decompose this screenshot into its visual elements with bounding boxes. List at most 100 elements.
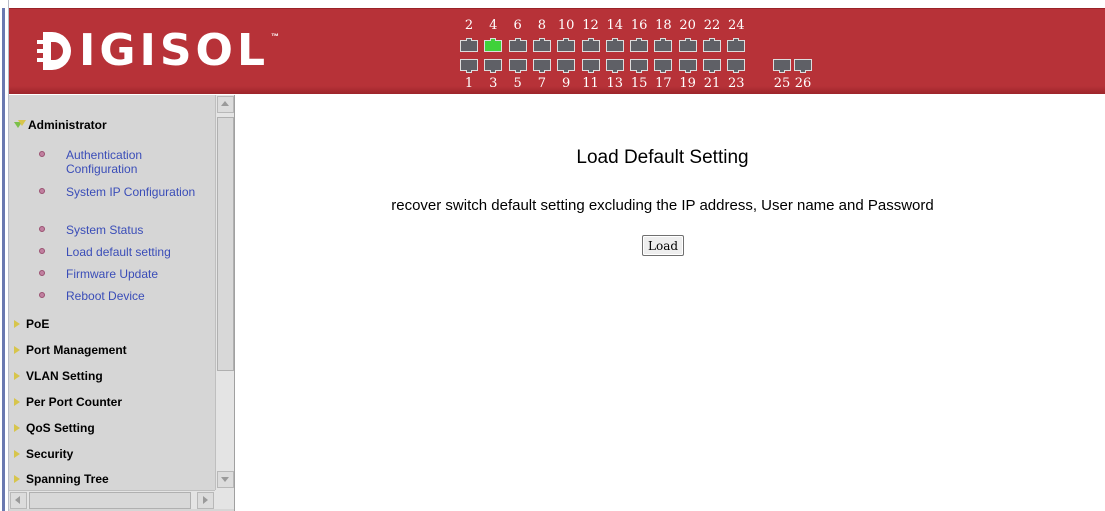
port-number-label: 3 xyxy=(489,76,498,91)
page-title: Load Default Setting xyxy=(576,147,749,168)
sidebar-menu: Administrator Authentication Configurati… xyxy=(9,95,235,511)
port-10-icon[interactable] xyxy=(557,38,576,52)
port-12-icon[interactable] xyxy=(581,38,600,52)
arrow-right-icon xyxy=(14,450,20,458)
port-number-label: 20 xyxy=(679,18,696,33)
sidebar-subitem-label[interactable]: System Status xyxy=(66,223,206,237)
sidebar-item-label: Administrator xyxy=(28,118,107,132)
port-5-icon[interactable] xyxy=(508,59,527,73)
bullet-icon xyxy=(39,188,45,194)
port-19-icon[interactable] xyxy=(678,59,697,73)
digisol-logo: IGISOL ™ xyxy=(37,26,279,76)
port-6-icon[interactable] xyxy=(508,38,527,52)
port-11-icon[interactable] xyxy=(581,59,600,73)
page-description: recover switch default setting excluding… xyxy=(391,197,934,214)
port-number-label: 6 xyxy=(513,18,522,33)
port-14-icon[interactable] xyxy=(605,38,624,52)
sidebar-subitem-label[interactable]: Firmware Update xyxy=(66,267,206,281)
port-number-label: 7 xyxy=(537,76,547,91)
port-18-icon[interactable] xyxy=(654,38,673,52)
port-number-label: 26 xyxy=(794,76,812,91)
scrollbar-corner xyxy=(215,490,234,509)
sidebar-item-administrator[interactable]: Administrator xyxy=(14,117,107,133)
port-3-icon[interactable] xyxy=(484,59,503,73)
port-17-icon[interactable] xyxy=(654,59,673,73)
port-number-label: 22 xyxy=(703,18,721,33)
bullet-icon xyxy=(39,248,45,254)
port-number-label: 13 xyxy=(606,76,624,91)
port-13-icon[interactable] xyxy=(605,59,624,73)
port-number-label: 21 xyxy=(703,76,721,91)
logo-text: IGISOL xyxy=(79,25,269,76)
port-2-icon[interactable] xyxy=(460,38,478,52)
scroll-thumb[interactable] xyxy=(217,117,234,371)
sidebar-vertical-scrollbar[interactable] xyxy=(215,95,234,490)
port-number-label: 24 xyxy=(728,18,745,33)
port-number-label: 17 xyxy=(655,76,672,91)
port-15-icon[interactable] xyxy=(630,59,649,73)
port-number-label: 16 xyxy=(630,18,648,33)
sidebar-item-label: VLAN Setting xyxy=(26,369,103,383)
scroll-thumb[interactable] xyxy=(29,492,191,509)
arrow-right-icon xyxy=(14,320,20,328)
arrow-right-icon xyxy=(14,475,20,483)
arrow-right-icon xyxy=(14,372,20,380)
bullet-icon xyxy=(39,226,45,232)
port-number-label: 11 xyxy=(582,76,599,91)
port-number-label: 2 xyxy=(464,18,474,33)
port-number-label: 1 xyxy=(464,76,474,91)
port-number-label: 4 xyxy=(489,18,498,33)
port-number-label: 10 xyxy=(557,18,575,33)
sidebar-item-security[interactable]: Security xyxy=(14,446,73,462)
port-number-label: 14 xyxy=(606,18,624,33)
sidebar-item-label: PoE xyxy=(26,317,50,331)
scroll-right-button[interactable] xyxy=(197,492,214,509)
port-20-icon[interactable] xyxy=(678,38,697,52)
bullet-icon xyxy=(39,292,45,298)
port-number-label: 18 xyxy=(655,18,672,33)
port-16-icon[interactable] xyxy=(630,38,649,52)
port-number-label: 9 xyxy=(562,76,571,91)
port-26-icon[interactable] xyxy=(794,59,812,73)
port-24-icon[interactable] xyxy=(727,38,746,52)
sidebar-item-label: Port Management xyxy=(26,343,127,357)
port-9-icon[interactable] xyxy=(557,59,576,73)
sidebar-item-label: Per Port Counter xyxy=(26,395,123,409)
sidebar-subitem-label[interactable]: Load default setting xyxy=(66,245,206,259)
logo-d-mark xyxy=(37,30,73,72)
sidebar-item-poe[interactable]: PoE xyxy=(14,316,49,332)
sidebar-subitem-label[interactable]: Reboot Device xyxy=(66,289,206,303)
scroll-left-button[interactable] xyxy=(10,492,27,509)
sidebar-horizontal-scrollbar[interactable] xyxy=(9,490,215,509)
port-number-label: 8 xyxy=(537,18,547,33)
sidebar-item-qos-setting[interactable]: QoS Setting xyxy=(14,420,95,436)
sidebar-item-label: Security xyxy=(26,447,74,461)
arrow-right-icon xyxy=(14,398,20,406)
load-button[interactable]: Load xyxy=(642,235,685,256)
bullet-icon xyxy=(39,270,45,276)
port-number-label: 12 xyxy=(582,18,599,33)
scroll-down-button[interactable] xyxy=(217,471,234,488)
folder-open-icon xyxy=(14,120,26,130)
frame-accent-bar xyxy=(2,8,5,511)
sidebar-subitem-label[interactable]: Authentication Configuration xyxy=(66,148,206,176)
port-8-icon[interactable] xyxy=(532,38,551,52)
arrow-right-icon xyxy=(14,424,20,432)
port-21-icon[interactable] xyxy=(703,59,721,73)
sidebar-item-vlan-setting[interactable]: VLAN Setting xyxy=(14,368,103,384)
sidebar-item-per-port-counter[interactable]: Per Port Counter xyxy=(14,394,122,410)
port-22-icon[interactable] xyxy=(703,38,721,52)
sidebar-item-port-management[interactable]: Port Management xyxy=(14,342,127,358)
switch-port-panel: 2 4 6 8 10 12 14 16 18 20 22 24 1 3 5 7 9 11 13 15 17 19 21 23 2… xyxy=(449,17,829,101)
scroll-up-button[interactable] xyxy=(217,96,234,113)
port-23-icon[interactable] xyxy=(727,59,746,73)
port-1-icon[interactable] xyxy=(460,59,478,73)
port-7-icon[interactable] xyxy=(532,59,551,73)
sidebar-subitem-label[interactable]: System IP Configuration xyxy=(66,185,206,199)
header-banner: IGISOL ™ 2 4 6 8 10 12 14 16 18 20 22 24 1 3 5 7 9 11 13 15… xyxy=(9,8,1105,94)
sidebar-item-spanning-tree[interactable]: Spanning Tree xyxy=(14,471,109,487)
port-4-icon[interactable] xyxy=(484,38,503,52)
port-25-icon[interactable] xyxy=(773,59,791,73)
port-number-label: 15 xyxy=(630,76,648,91)
window-left-frame xyxy=(0,0,9,511)
